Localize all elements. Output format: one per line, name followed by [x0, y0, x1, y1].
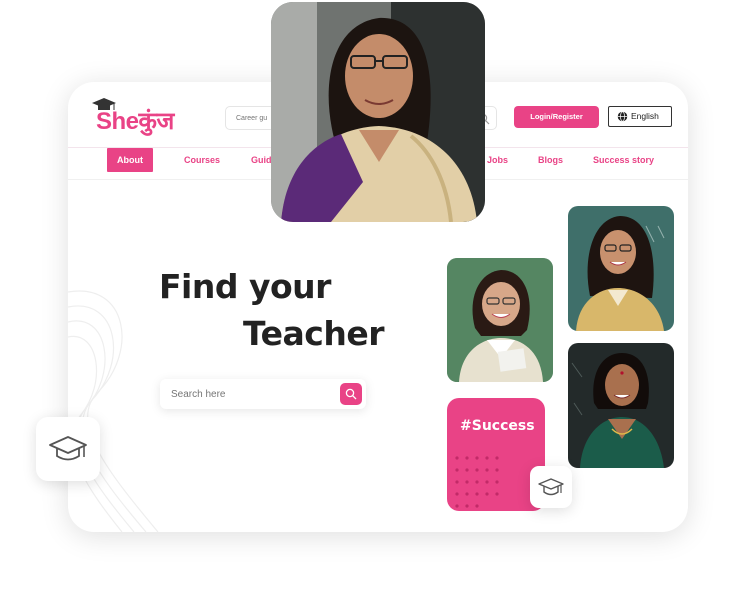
nav-item-courses[interactable]: Courses	[184, 148, 220, 180]
graduation-cap-icon	[538, 478, 564, 496]
hero-search-button[interactable]	[340, 383, 362, 405]
floating-cap-badge-left	[36, 417, 100, 481]
floating-cap-badge-right	[530, 466, 572, 508]
teacher-photo-2	[447, 258, 553, 382]
nav-item-about[interactable]: About	[107, 148, 153, 172]
globe-icon	[617, 111, 628, 122]
hero-search-input[interactable]	[160, 379, 330, 409]
dot-pattern	[455, 456, 499, 508]
nav-item-success-story[interactable]: Success story	[593, 148, 654, 180]
language-selector[interactable]: English	[608, 106, 672, 127]
language-label: English	[631, 111, 659, 121]
featured-teacher-photo	[271, 2, 485, 222]
login-register-button[interactable]: Login/Register	[514, 106, 599, 128]
nav-item-jobs[interactable]: Jobs	[487, 148, 508, 180]
success-card-text: #Success	[460, 418, 535, 434]
teacher-photo-3	[568, 206, 674, 331]
nav-item-blogs[interactable]: Blogs	[538, 148, 563, 180]
logo-text: Sheकुंज	[96, 108, 174, 135]
graduation-cap-icon	[49, 436, 87, 461]
hero-title-line1: Find your	[159, 267, 331, 306]
site-logo[interactable]: Sheकुंज	[92, 98, 202, 135]
nav-item-guidance[interactable]: Guid	[251, 148, 272, 180]
landing-mockup: Sheकुंज Login/Register English	[0, 0, 751, 595]
search-icon	[345, 388, 357, 400]
hero-search-box[interactable]	[160, 379, 366, 409]
teacher-photo-4	[568, 343, 674, 468]
hero-title-line2: Teacher	[243, 314, 385, 353]
